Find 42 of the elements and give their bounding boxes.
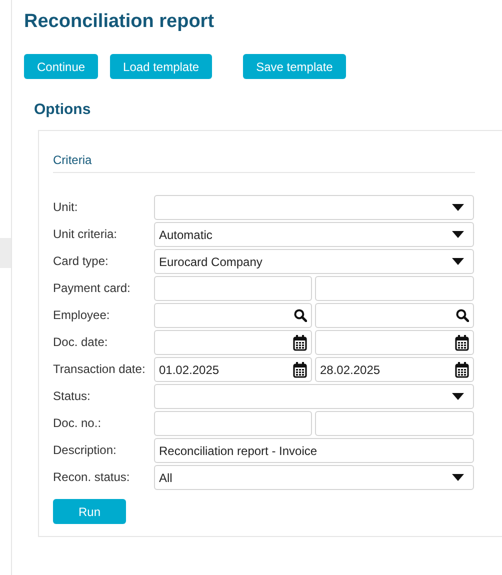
page-title: Reconciliation report (24, 11, 216, 33)
dropdown[interactable]: Automatic (154, 222, 474, 247)
date-field[interactable]: 01.02.2025 (154, 357, 312, 382)
field-label: Doc. date: (53, 334, 109, 351)
field-label: Employee: (53, 307, 111, 324)
lookup-field[interactable] (315, 303, 474, 328)
calendar-icon (455, 334, 469, 350)
field-label: Payment card: (53, 280, 132, 297)
calendar-icon (455, 362, 469, 378)
lookup-field[interactable] (154, 303, 312, 328)
dropdown[interactable]: All (154, 465, 474, 490)
caret-icon (452, 204, 464, 211)
field-label: Unit: (53, 199, 79, 216)
text-field[interactable] (315, 276, 474, 301)
text-field[interactable] (154, 411, 312, 436)
field-label: Description: (53, 442, 118, 459)
dropdown[interactable] (154, 384, 474, 409)
field-label: Status: (53, 388, 92, 405)
caret-icon (452, 258, 464, 265)
field-label: Doc. no.: (53, 415, 102, 432)
dropdown[interactable] (154, 195, 474, 220)
field-label: Unit criteria: (53, 226, 118, 243)
sidebar-handle[interactable] (0, 238, 11, 268)
calendar-icon (293, 334, 307, 350)
search-icon (294, 309, 307, 322)
date-field[interactable] (154, 330, 312, 355)
field-label: Transaction date: (53, 361, 146, 378)
text-field[interactable] (154, 276, 312, 301)
text-field[interactable] (315, 411, 474, 436)
search-icon (456, 309, 469, 322)
caret-icon (452, 474, 464, 481)
caret-icon (452, 393, 464, 400)
caret-icon (452, 231, 464, 238)
field-label: Recon. status: (53, 469, 131, 486)
section-heading: Criteria (53, 151, 475, 173)
text-field[interactable]: Reconciliation report - Invoice (154, 438, 474, 463)
field-label: Card type: (53, 253, 110, 270)
dropdown[interactable]: Eurocard Company (154, 249, 474, 274)
calendar-icon (293, 362, 307, 378)
options-heading: Options (34, 101, 92, 119)
date-field[interactable] (315, 330, 474, 355)
date-field[interactable]: 28.02.2025 (315, 357, 474, 382)
